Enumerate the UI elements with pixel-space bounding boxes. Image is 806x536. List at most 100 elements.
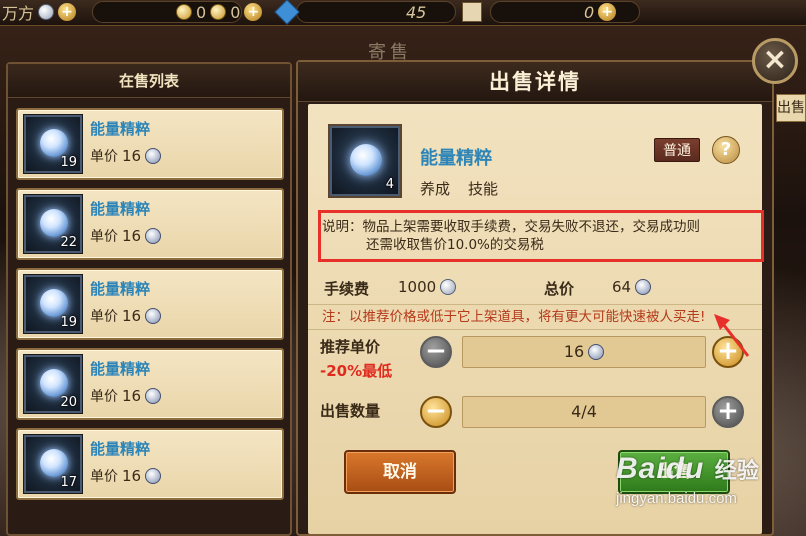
orb-icon bbox=[40, 449, 68, 477]
orb-icon bbox=[40, 289, 68, 317]
gold-coin-icon-2 bbox=[210, 4, 227, 20]
note-line-2: 还需收取售价10.0%的交易税 bbox=[366, 237, 544, 253]
sell-qty-field[interactable]: 4/4 bbox=[462, 396, 706, 428]
list-item[interactable]: 17 能量精粹 单价 16 bbox=[16, 428, 284, 500]
item-name: 能量精粹 bbox=[90, 280, 151, 298]
item-name: 能量精粹 bbox=[90, 120, 151, 138]
silver-coin-icon bbox=[588, 344, 605, 360]
silver-coin-icon bbox=[145, 148, 162, 164]
price-label: 单价 bbox=[90, 389, 118, 405]
item-name: 能量精粹 bbox=[90, 360, 151, 378]
price-label: 单价 bbox=[90, 229, 118, 245]
selected-item-icon: 4 bbox=[330, 126, 400, 196]
decrease-price-button[interactable]: − bbox=[420, 336, 452, 368]
silver-coin-icon bbox=[635, 279, 652, 295]
price-value: 16 bbox=[122, 147, 142, 165]
item-price: 单价 16 bbox=[90, 146, 162, 166]
cancel-button[interactable]: 取消 bbox=[344, 450, 456, 494]
note-line-1: 说明：物品上架需要收取手续费，交易失败不退还，交易成功则 bbox=[322, 219, 700, 235]
resource-b: 0 0 + bbox=[176, 2, 263, 22]
resource-b-value: 0 bbox=[196, 2, 207, 22]
orb-icon bbox=[40, 209, 68, 237]
gold-coin-icon bbox=[176, 4, 192, 20]
total-value-wrap: 64 bbox=[612, 278, 652, 296]
help-icon[interactable]: ? bbox=[712, 136, 740, 164]
increase-qty-button[interactable]: + bbox=[712, 396, 744, 428]
total-value: 64 bbox=[612, 278, 632, 296]
energy-essence-icon: 19 bbox=[24, 275, 82, 333]
watermark-url: jingyan.baidu.com bbox=[616, 490, 737, 507]
total-label: 总价 bbox=[544, 280, 575, 298]
decrease-qty-button[interactable]: − bbox=[420, 396, 452, 428]
pricing-tip: 注：以推荐价格或低于它上架道具，将有更大可能快速被人买走! bbox=[308, 304, 762, 330]
resource-a: 万方 + bbox=[2, 2, 77, 23]
fee-explanation: 说明：物品上架需要收取手续费，交易失败不退还，交易成功则 还需收取售价10.0%… bbox=[322, 218, 752, 254]
item-count: 19 bbox=[60, 315, 77, 330]
list-title: 在售列表 bbox=[8, 64, 290, 98]
close-button[interactable]: × bbox=[752, 38, 798, 84]
tag-skill: 技能 bbox=[468, 180, 499, 198]
unit-price-value: 16 bbox=[563, 342, 585, 361]
energy-essence-icon: 19 bbox=[24, 115, 82, 173]
quality-badge: 普通 bbox=[654, 138, 700, 162]
unit-price-field[interactable]: 16 bbox=[462, 336, 706, 368]
sell-qty-value: 4/4 bbox=[571, 402, 597, 421]
list-item[interactable]: 22 能量精粹 单价 16 bbox=[16, 188, 284, 260]
tag-cultivation: 养成 bbox=[420, 180, 451, 198]
silver-coin-icon bbox=[145, 228, 162, 244]
sell-qty-label: 出售数量 bbox=[320, 402, 381, 420]
energy-value: 45 bbox=[406, 2, 427, 22]
fee-value-wrap: 1000 bbox=[398, 278, 457, 296]
gem-icon-wrap bbox=[274, 0, 300, 25]
price-label: 单价 bbox=[90, 309, 118, 325]
silver-coin-icon bbox=[145, 388, 162, 404]
unit-price-min-note: -20%最低 bbox=[320, 362, 393, 380]
watermark-brand: Baidu bbox=[616, 452, 705, 485]
selected-item-count: 4 bbox=[385, 177, 394, 192]
silver-coin-icon bbox=[145, 308, 162, 324]
item-count: 20 bbox=[60, 395, 77, 410]
currency-pill-3 bbox=[490, 1, 640, 23]
item-name: 能量精粹 bbox=[90, 440, 151, 458]
selected-item-name: 能量精粹 bbox=[420, 148, 492, 169]
scroll-icon bbox=[462, 2, 482, 22]
price-value: 16 bbox=[122, 227, 142, 245]
item-price: 单价 16 bbox=[90, 386, 162, 406]
fee-value: 1000 bbox=[398, 278, 437, 296]
orb-icon bbox=[40, 129, 68, 157]
list-item[interactable]: 20 能量精粹 单价 16 bbox=[16, 348, 284, 420]
orb-icon bbox=[40, 369, 68, 397]
item-price: 单价 16 bbox=[90, 226, 162, 246]
gold-value: 0 bbox=[584, 2, 595, 22]
list-item[interactable]: 19 能量精粹 单价 16 bbox=[16, 268, 284, 340]
list-item[interactable]: 19 能量精粹 单价 16 bbox=[16, 108, 284, 180]
add-gold-button[interactable]: + bbox=[598, 3, 617, 21]
gold-value-wrap: 0 + bbox=[584, 2, 617, 22]
price-value: 16 bbox=[122, 467, 142, 485]
annotation-arrow-icon bbox=[714, 314, 750, 357]
item-price: 单价 16 bbox=[90, 466, 162, 486]
item-name: 能量精粹 bbox=[90, 200, 151, 218]
currency-pill-2 bbox=[296, 1, 456, 23]
side-tab-sell[interactable]: 出售 bbox=[776, 94, 806, 122]
add-resource-b-button[interactable]: + bbox=[244, 3, 263, 21]
currency-bar: 万方 + 0 0 + 45 0 + bbox=[0, 0, 806, 26]
price-value: 16 bbox=[122, 307, 142, 325]
scroll-icon-wrap bbox=[462, 2, 482, 22]
watermark-cn: 经验 bbox=[714, 458, 759, 483]
orb-icon bbox=[350, 144, 382, 176]
price-label: 单价 bbox=[90, 149, 118, 165]
price-value: 16 bbox=[122, 387, 142, 405]
energy-essence-icon: 17 bbox=[24, 435, 82, 493]
fee-label: 手续费 bbox=[324, 280, 370, 298]
resource-c-value: 0 bbox=[230, 2, 241, 22]
on-sale-list-panel: 在售列表 19 能量精粹 单价 16 22 能量精粹 单价 16 19 能量精粹 bbox=[6, 62, 292, 536]
add-resource-a-button[interactable]: + bbox=[58, 3, 77, 21]
blue-gem-icon bbox=[274, 0, 300, 25]
price-label: 单价 bbox=[90, 469, 118, 485]
energy-essence-icon: 20 bbox=[24, 355, 82, 413]
silver-coin-icon bbox=[145, 468, 162, 484]
fee-row: 手续费 1000 总价 64 bbox=[324, 276, 744, 300]
item-count: 17 bbox=[60, 475, 77, 490]
item-count: 19 bbox=[60, 155, 77, 170]
